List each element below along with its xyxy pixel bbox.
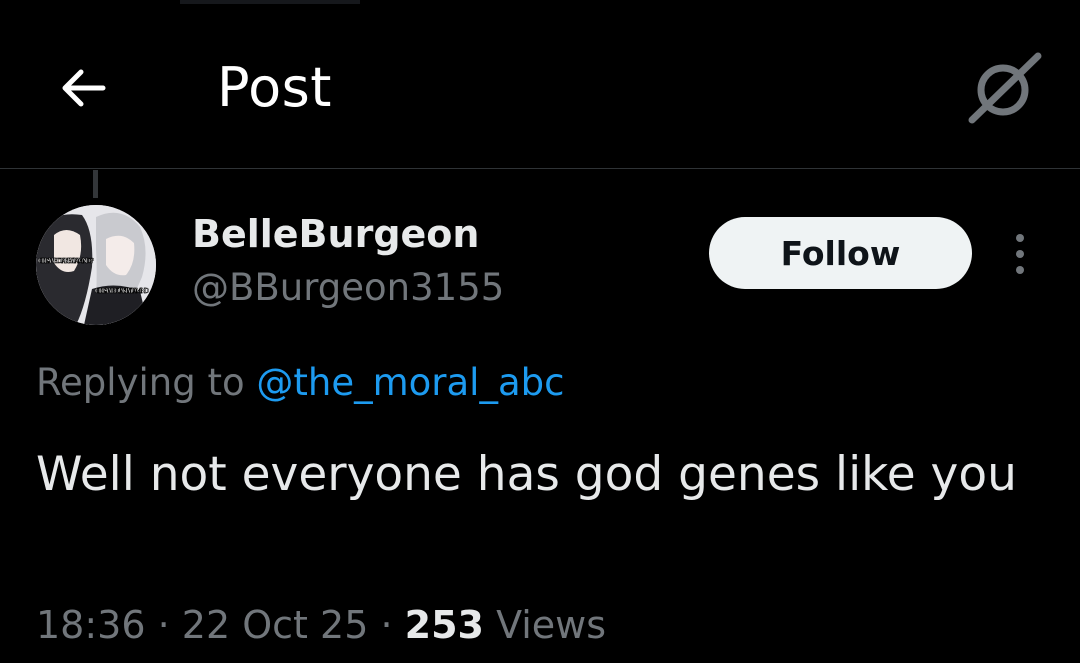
grok-button[interactable] [968, 50, 1044, 126]
more-vertical-icon [1016, 234, 1024, 242]
avatar-caption-bottom: GIRLS WHO TAKE VITAMIN D [95, 288, 149, 295]
thread-connector-line [93, 170, 98, 198]
status-bar-fragment [180, 0, 360, 4]
more-vertical-icon-dot [1016, 250, 1024, 258]
post-meta: 18:36 · 22 Oct 25 · 253 Views [36, 598, 606, 652]
back-button[interactable] [52, 56, 116, 120]
avatar[interactable]: GIRLS WHO TAKE VITAMIN D3? GIRLS WHO TAK… [36, 205, 156, 325]
follow-button[interactable]: Follow [709, 217, 972, 289]
avatar-caption-top: GIRLS WHO TAKE VITAMIN D3? [38, 258, 94, 265]
meta-separator: · [380, 603, 393, 647]
views-label[interactable]: Views [496, 603, 606, 647]
author-display-name[interactable]: BelleBurgeon [192, 208, 479, 260]
more-vertical-icon-dot [1016, 266, 1024, 274]
top-app-bar: Post [0, 0, 1080, 169]
meta-separator: · [157, 603, 170, 647]
more-options-button[interactable] [1000, 228, 1040, 280]
post-text: Well not everyone has god genes like you [36, 447, 1017, 502]
replying-to-line: Replying to @the_moral_abc [36, 356, 564, 410]
page-title: Post [217, 56, 332, 119]
post-detail-screen: Post GIRLS WHO TAKE VITAMIN D3? GIRLS WH… [0, 0, 1080, 663]
replying-prefix: Replying to [36, 361, 245, 404]
views-count[interactable]: 253 [405, 603, 484, 647]
author-handle[interactable]: @BBurgeon3155 [192, 262, 504, 314]
arrow-left-icon [62, 69, 106, 107]
avatar-image: GIRLS WHO TAKE VITAMIN D3? GIRLS WHO TAK… [36, 205, 156, 325]
post-date[interactable]: 22 Oct 25 [182, 603, 369, 647]
replying-mention-link[interactable]: @the_moral_abc [256, 361, 564, 404]
grok-icon [968, 52, 1042, 124]
post-time[interactable]: 18:36 [36, 603, 146, 647]
